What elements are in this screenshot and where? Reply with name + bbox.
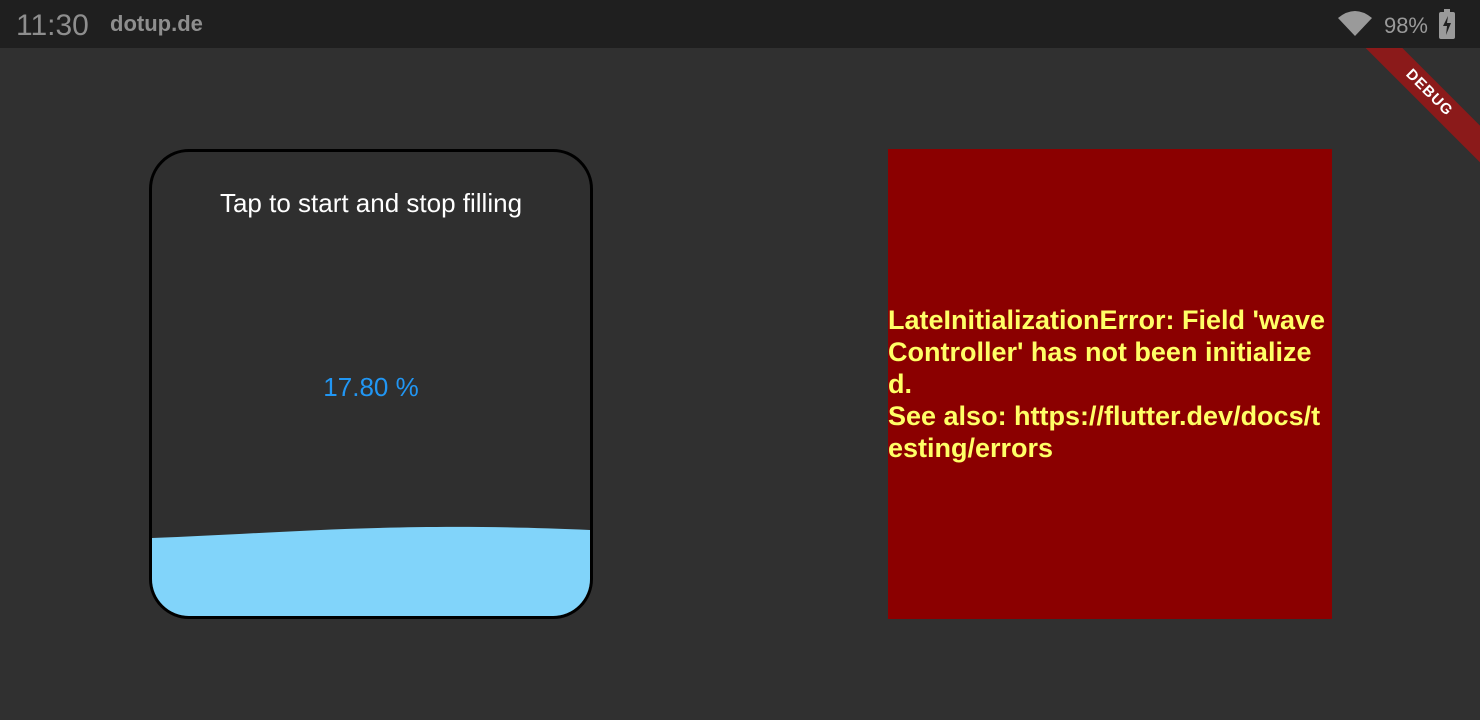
status-site: dotup.de	[110, 11, 203, 36]
status-right: 98%	[1336, 8, 1456, 44]
battery-percent: 98%	[1383, 13, 1428, 38]
tank-instruction: Tap to start and stop filling	[219, 188, 523, 218]
error-box: LateInitializationError: Field 'waveCont…	[888, 149, 1332, 619]
tank-percent: 17.80 %	[323, 372, 419, 402]
water-wave	[152, 526, 590, 616]
status-time: 11:30	[16, 9, 89, 42]
status-bar: 11:30 dotup.de 98%	[0, 0, 1480, 48]
fill-tank-card[interactable]: Tap to start and stop filling 17.80 %	[149, 149, 593, 619]
wifi-icon	[1336, 10, 1374, 43]
debug-banner: DEBUG	[1360, 48, 1480, 168]
error-message: LateInitializationError: Field 'waveCont…	[888, 305, 1326, 463]
debug-ribbon-label: DEBUG	[1360, 48, 1480, 163]
battery-charging-icon	[1438, 8, 1456, 44]
